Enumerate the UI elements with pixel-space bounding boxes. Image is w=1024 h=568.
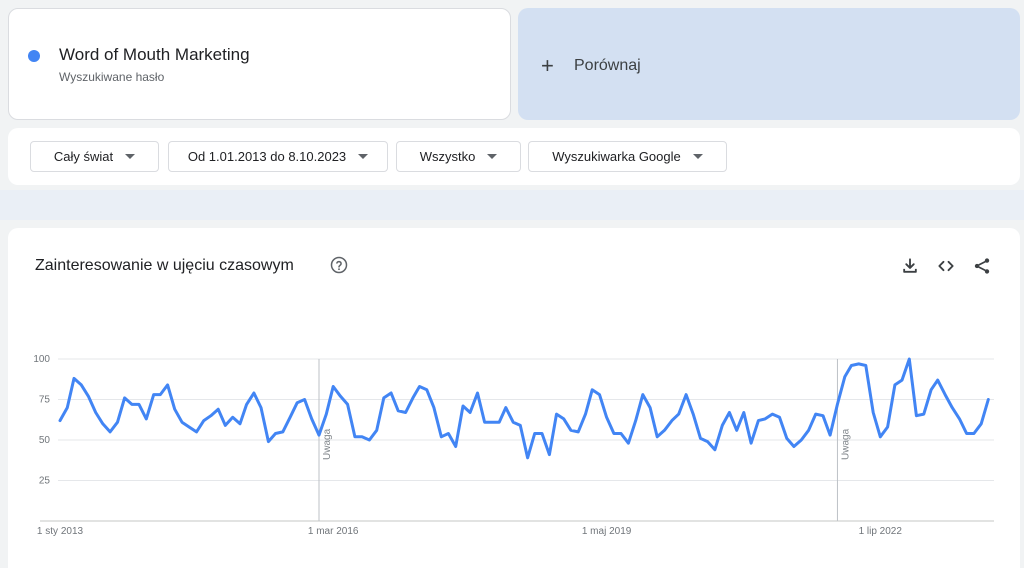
annotation-label: Uwaga xyxy=(840,428,851,460)
y-tick-label: 75 xyxy=(39,395,51,406)
x-tick-label: 1 mar 2016 xyxy=(308,526,359,537)
y-axis: 25 50 75 100 xyxy=(33,354,50,487)
x-tick-label: 1 lip 2022 xyxy=(859,526,903,537)
annotation-label: Uwaga xyxy=(322,428,333,460)
interest-line-chart: Uwaga Uwaga 25 50 75 100 1 sty 2013 1 mar 201… xyxy=(33,354,994,537)
x-axis: 1 sty 2013 1 mar 2016 1 maj 2019 1 lip 2022 xyxy=(37,526,902,537)
y-tick-label: 25 xyxy=(39,476,51,487)
x-tick-label: 1 maj 2019 xyxy=(582,526,632,537)
y-tick-label: 100 xyxy=(33,354,50,365)
x-tick-label: 1 sty 2013 xyxy=(37,526,84,537)
y-tick-label: 50 xyxy=(39,435,51,446)
